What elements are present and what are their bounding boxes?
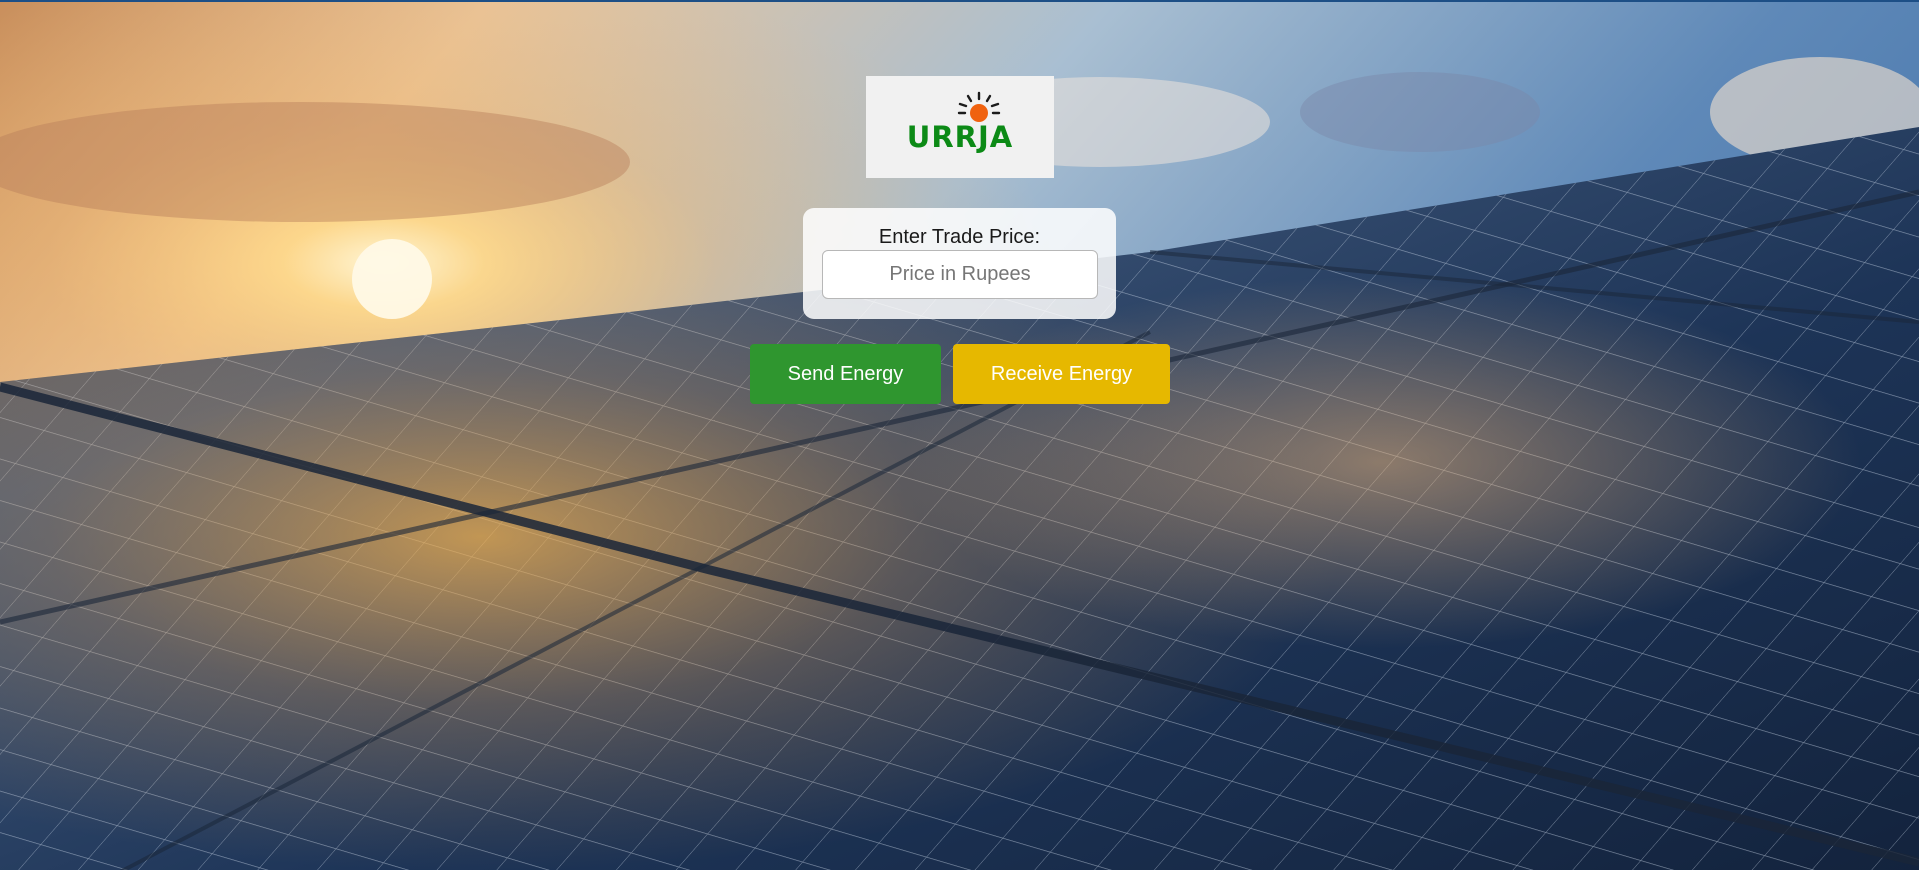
trade-price-label: Enter Trade Price: [878,226,1041,248]
trade-price-card: Enter Trade Price: [803,208,1116,319]
logo-text: URRJA [906,120,1014,154]
trade-price-input[interactable] [822,250,1098,299]
send-energy-button[interactable]: Send Energy [750,344,941,404]
receive-energy-button[interactable]: Receive Energy [953,344,1170,404]
urrja-logo: URRJA [866,76,1054,178]
page: URRJA Enter Trade Price: Send Energy Rec… [0,0,1919,870]
